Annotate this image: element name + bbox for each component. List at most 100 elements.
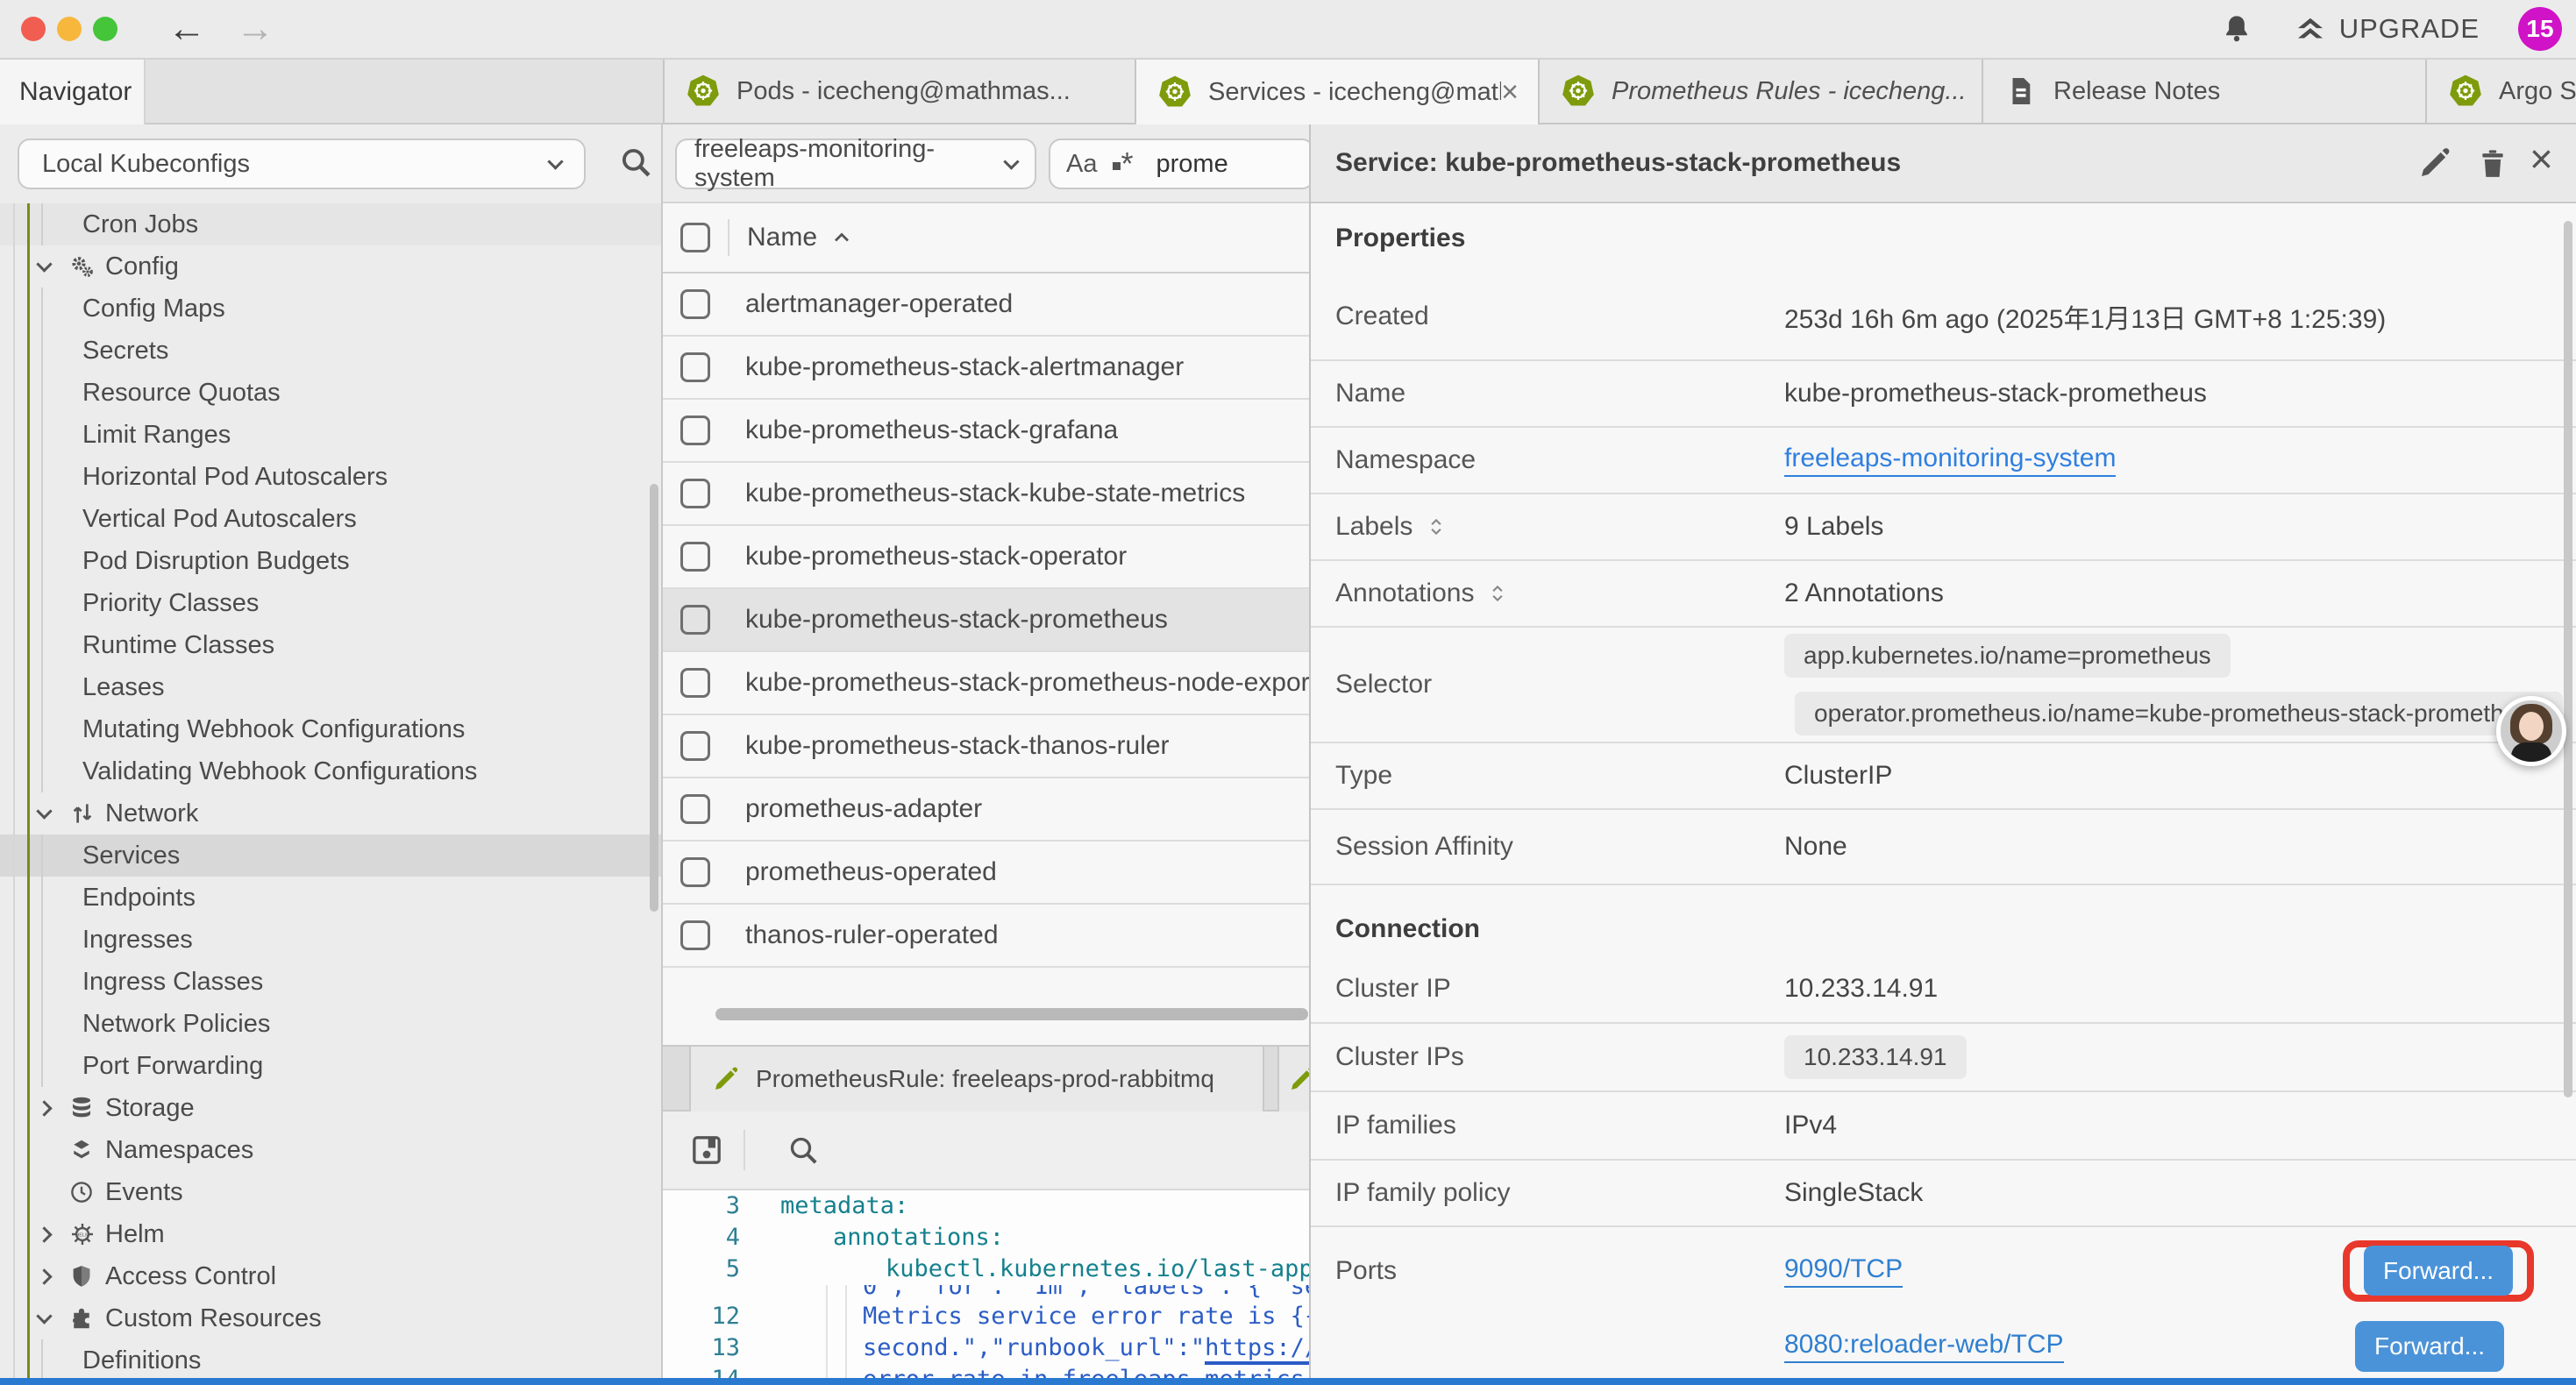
forward-button[interactable]: Forward... bbox=[2364, 1246, 2513, 1296]
traffic-light-minimize-icon[interactable] bbox=[57, 17, 82, 41]
port-link[interactable]: 9090/TCP bbox=[1784, 1254, 1903, 1288]
select-all-checkbox[interactable] bbox=[680, 223, 710, 252]
notifications-bell-icon[interactable] bbox=[2220, 12, 2253, 46]
sidebar-item-runtime-classes[interactable]: Runtime Classes bbox=[0, 624, 663, 666]
sidebar-item-resource-quotas[interactable]: Resource Quotas bbox=[0, 372, 663, 414]
row-checkbox[interactable] bbox=[680, 605, 710, 635]
resource-search-input[interactable]: Aa * prome bbox=[1049, 138, 1309, 189]
case-sensitive-toggle[interactable]: Aa bbox=[1066, 150, 1097, 179]
row-checkbox[interactable] bbox=[680, 668, 710, 698]
service-row-prometheus-operated[interactable]: prometheus-operated bbox=[663, 842, 1309, 905]
sidebar-item-services[interactable]: Services bbox=[0, 835, 663, 877]
code-line-12[interactable]: 12Metrics service error rate is {{ $va bbox=[663, 1301, 1309, 1332]
traffic-light-close-icon[interactable] bbox=[21, 17, 46, 41]
sidebar-item-network[interactable]: Network bbox=[0, 792, 663, 835]
runbook-link[interactable]: https://net bbox=[1205, 1334, 1309, 1365]
sidebar-item-mutating-webhook-configurations[interactable]: Mutating Webhook Configurations bbox=[0, 708, 663, 750]
regex-toggle-icon[interactable]: * bbox=[1113, 153, 1133, 175]
code-line-14[interactable]: 14error rate in freeleaps metrics ser bbox=[663, 1364, 1309, 1378]
sidebar-item-priority-classes[interactable]: Priority Classes bbox=[0, 582, 663, 624]
sidebar-item-events[interactable]: Events bbox=[0, 1171, 663, 1213]
tab-pods-icecheng-mathmas[interactable]: Pods - icecheng@mathmas... bbox=[665, 60, 1136, 124]
sidebar-item-validating-webhook-configurations[interactable]: Validating Webhook Configurations bbox=[0, 750, 663, 792]
tab-services-icecheng-math[interactable]: Services - icecheng@math...× bbox=[1136, 60, 1540, 124]
traffic-light-maximize-icon[interactable] bbox=[93, 17, 117, 41]
close-tab-icon[interactable]: × bbox=[1501, 75, 1519, 110]
tree-guide-segment bbox=[41, 203, 43, 245]
sidebar-item-namespaces[interactable]: Namespaces bbox=[0, 1129, 663, 1171]
sidebar-item-cron-jobs[interactable]: Cron Jobs bbox=[0, 203, 663, 245]
delete-button[interactable] bbox=[2475, 146, 2510, 181]
namespace-select[interactable]: freeleaps-monitoring-system bbox=[675, 138, 1036, 189]
service-row-alertmanager-operated[interactable]: alertmanager-operated bbox=[663, 273, 1309, 337]
forward-button[interactable]: → bbox=[236, 10, 274, 48]
sidebar-item-pod-disruption-budgets[interactable]: Pod Disruption Budgets bbox=[0, 540, 663, 582]
tab-argo-se[interactable]: Argo Se bbox=[2427, 60, 2576, 124]
row-checkbox[interactable] bbox=[680, 289, 710, 319]
row-checkbox[interactable] bbox=[680, 794, 710, 824]
sidebar-item-network-policies[interactable]: Network Policies bbox=[0, 1003, 663, 1045]
service-row-kube-prometheus-stack-prometheus[interactable]: kube-prometheus-stack-prometheus bbox=[663, 589, 1309, 652]
sidebar-item-ingresses[interactable]: Ingresses bbox=[0, 919, 663, 961]
sidebar-item-definitions[interactable]: Definitions bbox=[0, 1339, 663, 1378]
row-checkbox[interactable] bbox=[680, 416, 710, 445]
sidebar-search-icon[interactable] bbox=[617, 144, 654, 181]
yaml-editor[interactable]: 3metadata:4annotations:5kubectl.kubernet… bbox=[663, 1190, 1309, 1378]
notification-badge[interactable]: 15 bbox=[2518, 7, 2562, 51]
code-line-13[interactable]: 13second.","runbook_url":"https://net bbox=[663, 1332, 1309, 1364]
code-line-3[interactable]: 3metadata: bbox=[663, 1190, 1309, 1222]
sidebar-item-vertical-pod-autoscalers[interactable]: Vertical Pod Autoscalers bbox=[0, 498, 663, 540]
row-checkbox[interactable] bbox=[680, 731, 710, 761]
column-header-name[interactable]: Name bbox=[747, 223, 817, 252]
editor-tab-partial[interactable] bbox=[1277, 1047, 1309, 1112]
sidebar-item-helm[interactable]: HELMHelm bbox=[0, 1213, 663, 1255]
service-row-kube-prometheus-stack-operator[interactable]: kube-prometheus-stack-operator bbox=[663, 526, 1309, 589]
edit-button[interactable] bbox=[2417, 146, 2452, 181]
sort-caret-up-icon[interactable] bbox=[829, 225, 854, 250]
row-checkbox[interactable] bbox=[680, 479, 710, 508]
port-link[interactable]: 8080:reloader-web/TCP bbox=[1784, 1330, 2064, 1363]
sidebar-item-ingress-classes[interactable]: Ingress Classes bbox=[0, 961, 663, 1003]
horizontal-scrollbar[interactable] bbox=[715, 1008, 1308, 1020]
service-row-kube-prometheus-stack-prometheus-node-ex[interactable]: kube-prometheus-stack-prometheus-node-ex… bbox=[663, 652, 1309, 715]
detail-scrollbar[interactable] bbox=[2564, 221, 2572, 1097]
sidebar-item-endpoints[interactable]: Endpoints bbox=[0, 877, 663, 919]
service-row-kube-prometheus-stack-thanos-ruler[interactable]: kube-prometheus-stack-thanos-ruler bbox=[663, 715, 1309, 778]
sidebar-item-leases[interactable]: Leases bbox=[0, 666, 663, 708]
panel-tab-navigator[interactable]: Navigator bbox=[0, 60, 146, 124]
service-row-kube-prometheus-stack-grafana[interactable]: kube-prometheus-stack-grafana bbox=[663, 400, 1309, 463]
sidebar-scrollbar[interactable] bbox=[650, 484, 658, 912]
editor-search-icon[interactable] bbox=[786, 1133, 821, 1168]
save-button[interactable] bbox=[689, 1133, 724, 1168]
sidebar-item-config-maps[interactable]: Config Maps bbox=[0, 288, 663, 330]
row-checkbox[interactable] bbox=[680, 352, 710, 382]
sidebar-item-limit-ranges[interactable]: Limit Ranges bbox=[0, 414, 663, 456]
sidebar-item-config[interactable]: Config bbox=[0, 245, 663, 288]
back-button[interactable]: ← bbox=[167, 10, 206, 48]
code-line-11[interactable]: 110", "for": "1m", "labels": { "service"… bbox=[663, 1285, 1309, 1301]
tab-prometheus-rules-icecheng[interactable]: Prometheus Rules - icecheng... bbox=[1540, 60, 1983, 124]
sidebar-item-secrets[interactable]: Secrets bbox=[0, 330, 663, 372]
service-row-kube-prometheus-stack-alertmanager[interactable]: kube-prometheus-stack-alertmanager bbox=[663, 337, 1309, 400]
close-panel-button[interactable]: × bbox=[2530, 135, 2553, 182]
service-row-thanos-ruler-operated[interactable]: thanos-ruler-operated bbox=[663, 905, 1309, 968]
service-row-kube-prometheus-stack-kube-state-metrics[interactable]: kube-prometheus-stack-kube-state-metrics bbox=[663, 463, 1309, 526]
code-line-5[interactable]: 5kubectl.kubernetes.io/last-applied-co bbox=[663, 1254, 1309, 1285]
row-checkbox[interactable] bbox=[680, 857, 710, 887]
editor-tab-prometheusrule[interactable]: PrometheusRule: freeleaps-prod-rabbitmq bbox=[689, 1047, 1264, 1112]
service-row-prometheus-adapter[interactable]: prometheus-adapter bbox=[663, 778, 1309, 842]
tab-release-notes[interactable]: Release Notes bbox=[1983, 60, 2427, 124]
namespace-link[interactable]: freeleaps-monitoring-system bbox=[1784, 444, 2116, 477]
sidebar-item-custom-resources[interactable]: Custom Resources bbox=[0, 1297, 663, 1339]
row-checkbox[interactable] bbox=[680, 542, 710, 572]
forward-button[interactable]: Forward... bbox=[2355, 1321, 2504, 1372]
sidebar-item-horizontal-pod-autoscalers[interactable]: Horizontal Pod Autoscalers bbox=[0, 456, 663, 498]
row-checkbox[interactable] bbox=[680, 920, 710, 950]
upgrade-button[interactable]: UPGRADE bbox=[2292, 11, 2480, 47]
avatar[interactable] bbox=[2496, 696, 2566, 766]
sidebar-item-access-control[interactable]: Access Control bbox=[0, 1255, 663, 1297]
kubeconfig-select[interactable]: Local Kubeconfigs bbox=[18, 138, 586, 189]
sidebar-item-port-forwarding[interactable]: Port Forwarding bbox=[0, 1045, 663, 1087]
code-line-4[interactable]: 4annotations: bbox=[663, 1222, 1309, 1254]
sidebar-item-storage[interactable]: Storage bbox=[0, 1087, 663, 1129]
